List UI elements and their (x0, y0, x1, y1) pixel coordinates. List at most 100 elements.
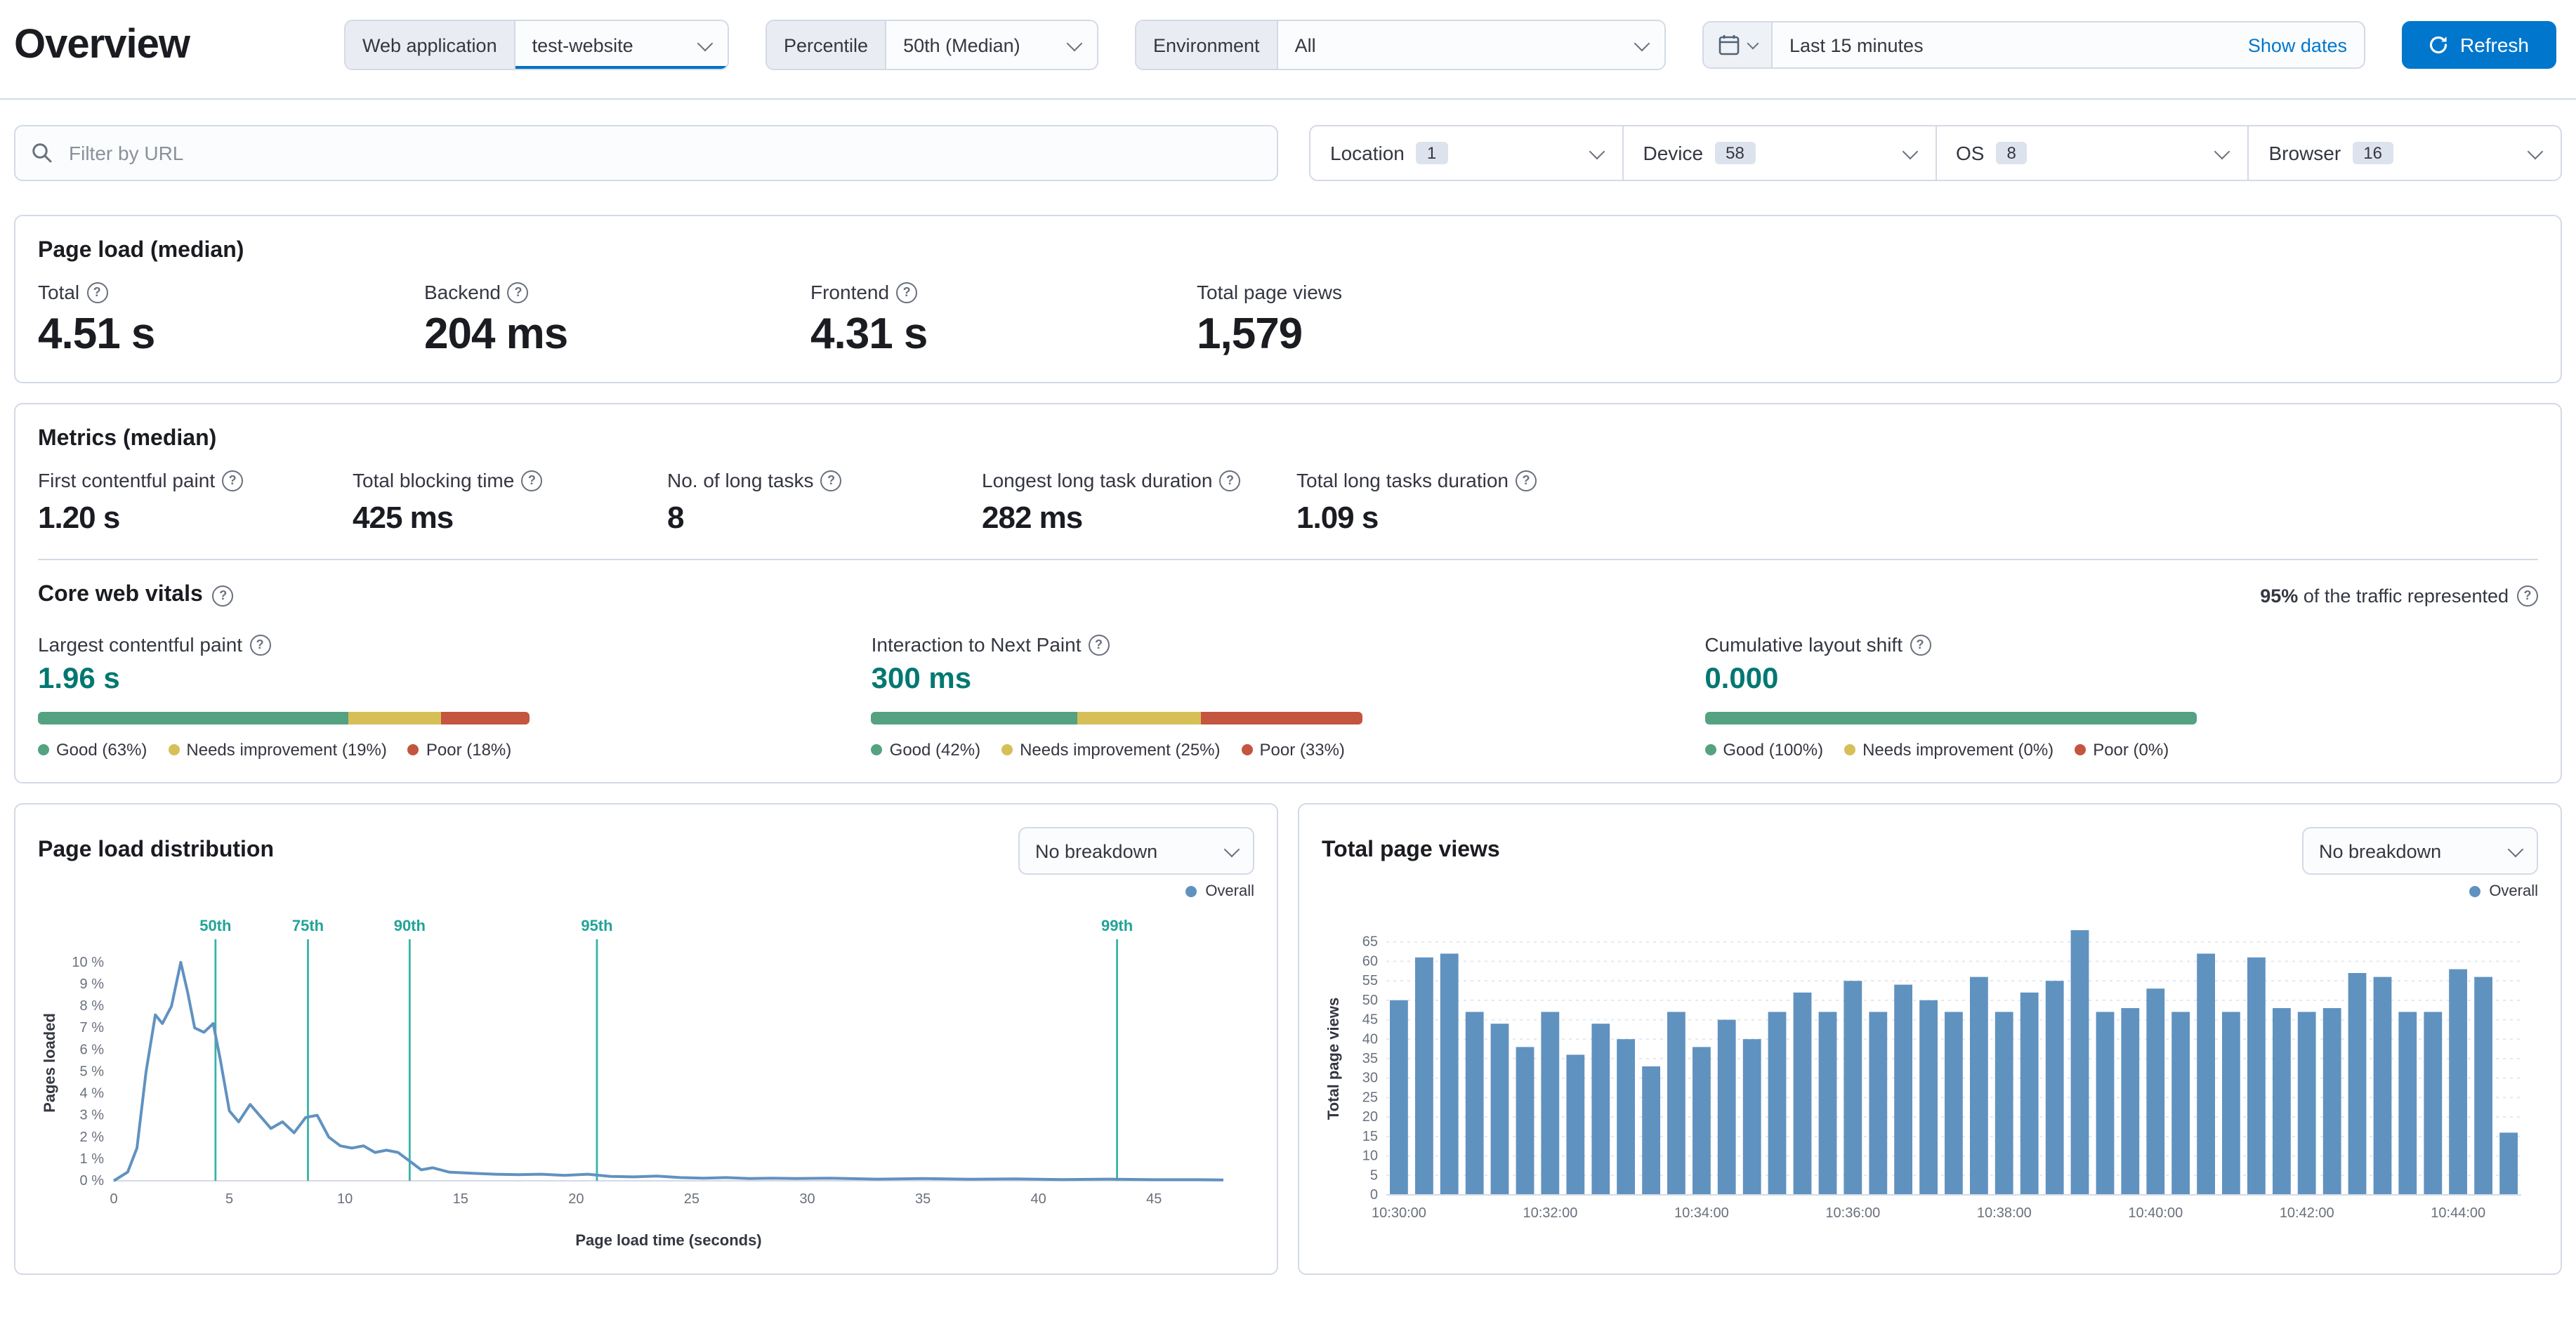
info-icon[interactable] (820, 470, 842, 491)
info-icon[interactable] (212, 585, 234, 606)
refresh-button[interactable]: Refresh (2401, 21, 2556, 69)
pageviews-legend[interactable]: Overall (1322, 880, 2538, 903)
svg-text:15: 15 (453, 1191, 468, 1207)
filter-location-count: 1 (1415, 142, 1448, 164)
page-load-distribution-chart[interactable]: 0 % 1 % 2 % 3 % 4 % 5 % 6 % 7 % 8 % 9 % 10 % 0 5 10 15… (38, 903, 1254, 1261)
svg-text:20: 20 (1362, 1109, 1378, 1125)
svg-text:Pages loaded: Pages loaded (41, 1013, 58, 1113)
svg-text:Page load time (seconds): Page load time (seconds) (575, 1231, 761, 1249)
stat-fcp-value: 1.20 s (38, 500, 120, 535)
environment-select[interactable]: All (1277, 21, 1664, 69)
svg-text:3 %: 3 % (80, 1108, 105, 1123)
cwv-inp-label: Interaction to Next Paint (871, 633, 1082, 656)
core-web-vitals-title: Core web vitals (38, 583, 234, 608)
page-load-distribution-title: Page load distribution (38, 838, 275, 862)
filter-browser[interactable]: Browser 16 (2247, 126, 2561, 180)
info-icon[interactable] (2517, 585, 2538, 606)
bottom-charts-row: Page load distribution No breakdown Over… (14, 803, 2562, 1275)
refresh-icon (2430, 36, 2448, 54)
info-icon[interactable] (1088, 634, 1110, 655)
poor-dot (2075, 744, 2087, 755)
svg-text:10:44:00: 10:44:00 (2431, 1205, 2485, 1221)
chevron-down-icon (2507, 840, 2524, 857)
svg-text:9 %: 9 % (80, 977, 105, 992)
stat-frontend-value: 4.31 s (810, 309, 928, 358)
breakdown-value: No breakdown (2319, 840, 2442, 861)
cwv-lcp-legend: Good (63%) Needs improvement (19%) Poor … (38, 740, 872, 760)
svg-text:Total page views: Total page views (1325, 998, 1342, 1120)
filter-os[interactable]: OS 8 (1935, 126, 2248, 180)
environment-control: Environment All (1134, 20, 1666, 70)
web-application-select[interactable]: test-website (515, 21, 728, 69)
url-filter-input[interactable] (14, 125, 1278, 181)
distribution-breakdown-select[interactable]: No breakdown (1018, 827, 1254, 875)
date-picker: Last 15 minutes Show dates (1702, 21, 2365, 69)
stat-tbt-value: 425 ms (353, 500, 454, 535)
page-load-distribution-panel: Page load distribution No breakdown Over… (14, 803, 1278, 1275)
environment-value: All (1294, 34, 1316, 55)
svg-text:10:32:00: 10:32:00 (1523, 1205, 1577, 1221)
page-title: Overview (14, 22, 190, 67)
svg-text:5 %: 5 % (80, 1064, 105, 1079)
svg-text:0: 0 (1370, 1187, 1378, 1203)
url-search (14, 125, 1278, 181)
chevron-down-icon (1066, 34, 1083, 51)
filter-location-label: Location (1330, 142, 1405, 164)
percentile-select[interactable]: 50th (Median) (886, 21, 1097, 69)
environment-label: Environment (1136, 21, 1278, 69)
time-range-value[interactable]: Last 15 minutes (1773, 22, 2231, 67)
svg-text:10:42:00: 10:42:00 (2280, 1205, 2334, 1221)
filter-device[interactable]: Device 58 (1622, 126, 1935, 180)
needs-improvement-dot (168, 744, 180, 755)
svg-text:6 %: 6 % (80, 1042, 105, 1057)
show-dates-link[interactable]: Show dates (2231, 22, 2364, 67)
quick-select-button[interactable] (1703, 22, 1773, 67)
svg-text:10:38:00: 10:38:00 (1977, 1205, 2032, 1221)
svg-text:35: 35 (1362, 1051, 1378, 1066)
calendar-icon (1719, 35, 1740, 55)
svg-text:75th: 75th (292, 917, 324, 934)
info-icon[interactable] (86, 282, 108, 303)
metrics-median-panel: Metrics (median) First contentful paint … (14, 403, 2562, 783)
total-page-views-chart[interactable]: 0 5 10 15 20 25 30 35 40 45 50 55 60 65 10:30:00 10:32:… (1322, 903, 2538, 1261)
total-page-views-title: Total page views (1322, 838, 1500, 862)
good-dot (1704, 744, 1716, 755)
filter-browser-count: 16 (2352, 142, 2393, 164)
filter-os-count: 8 (1995, 142, 2028, 164)
svg-text:10:40:00: 10:40:00 (2128, 1205, 2183, 1221)
pageviews-breakdown-select[interactable]: No breakdown (2302, 827, 2538, 875)
info-icon[interactable] (1219, 470, 1241, 491)
stat-fcp-label: First contentful paint (38, 469, 216, 491)
stat-total-long-tasks-label: Total long tasks duration (1296, 469, 1509, 491)
filter-group: Location 1 Device 58 OS 8 Browser 16 (1309, 125, 2562, 181)
chevron-down-icon (1901, 143, 1918, 159)
info-icon[interactable] (249, 634, 271, 655)
cwv-inp-legend: Good (42%) Needs improvement (25%) Poor … (871, 740, 1705, 760)
cwv-inp: Interaction to Next Paint 300 ms Good (4… (871, 633, 1705, 760)
info-icon[interactable] (1910, 634, 1931, 655)
info-icon[interactable] (1515, 470, 1537, 491)
stat-backend-value: 204 ms (424, 309, 568, 358)
info-icon[interactable] (507, 282, 529, 303)
svg-text:99th: 99th (1101, 917, 1133, 934)
info-icon[interactable] (896, 282, 918, 303)
stat-total: Total 4.51 s (38, 281, 424, 359)
svg-text:90th: 90th (394, 917, 426, 934)
svg-text:95th: 95th (581, 917, 612, 934)
stat-total-label: Total (38, 281, 80, 303)
filter-location[interactable]: Location 1 (1310, 126, 1622, 180)
stat-tbt-label: Total blocking time (353, 469, 515, 491)
svg-text:25: 25 (1362, 1090, 1378, 1105)
traffic-represented-note: 95% of the traffic represented (2260, 585, 2538, 606)
distribution-legend[interactable]: Overall (38, 880, 1254, 903)
stat-total-long-tasks-value: 1.09 s (1296, 500, 1379, 535)
breakdown-value: No breakdown (1035, 840, 1158, 861)
stat-total-long-tasks: Total long tasks duration 1.09 s (1296, 469, 1611, 536)
svg-text:60: 60 (1362, 953, 1378, 969)
chevron-down-icon (2527, 143, 2544, 159)
chevron-down-icon (1747, 37, 1759, 49)
info-icon[interactable] (521, 470, 543, 491)
cwv-inp-value: 300 ms (871, 663, 972, 695)
info-icon[interactable] (222, 470, 244, 491)
cwv-cls: Cumulative layout shift 0.000 Good (100%… (1704, 633, 2538, 760)
